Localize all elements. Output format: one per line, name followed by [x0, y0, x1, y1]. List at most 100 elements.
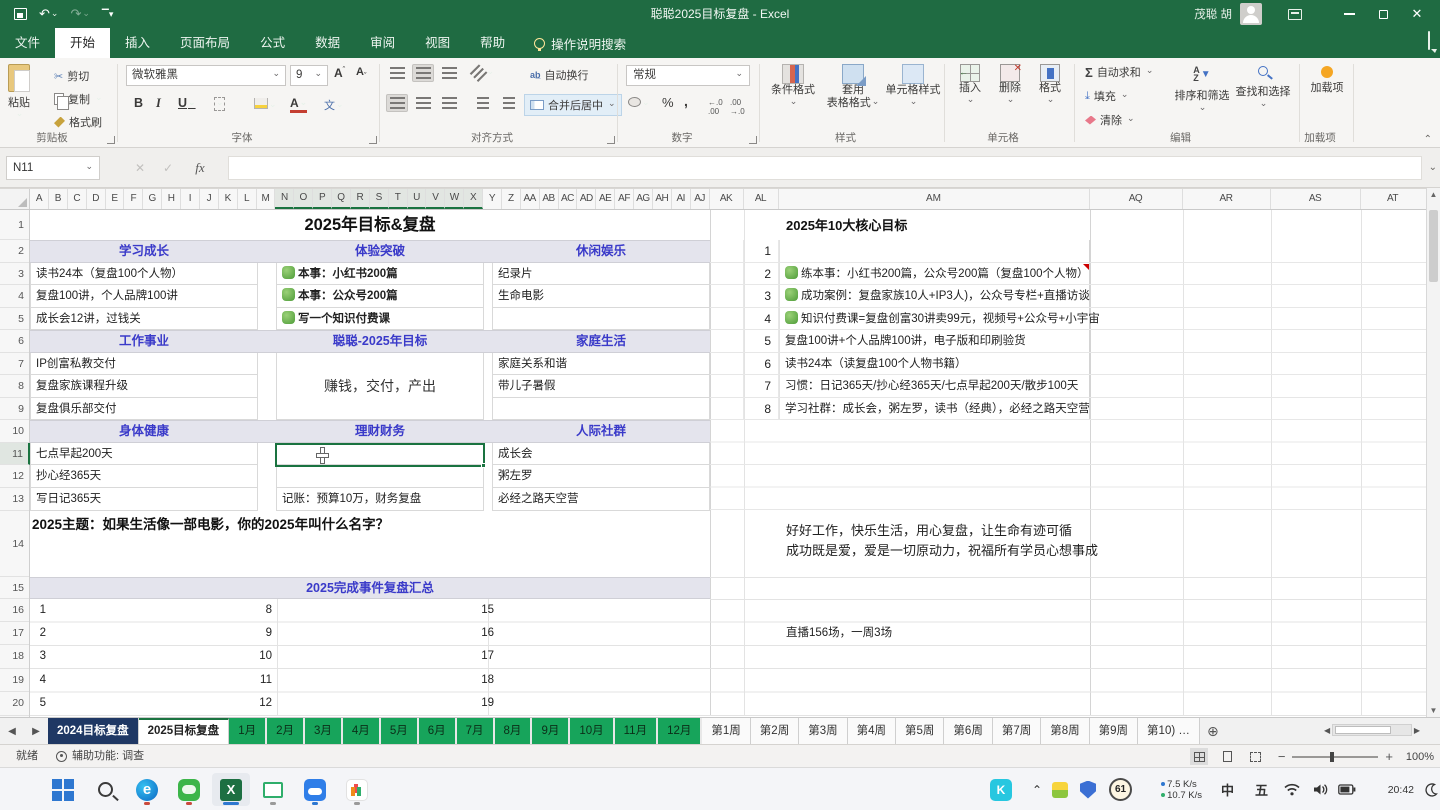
- column-header[interactable]: B: [49, 189, 68, 209]
- taskbar-stats-app-button[interactable]: [338, 773, 376, 806]
- column-header[interactable]: AS: [1271, 189, 1361, 209]
- delete-cells-button[interactable]: 删除: [993, 64, 1027, 108]
- goal-text[interactable]: 复盘100讲+个人品牌100讲，电子版和印刷验货: [779, 330, 1090, 352]
- sheet-tab[interactable]: 第6周: [944, 718, 992, 744]
- underline-button[interactable]: U: [174, 96, 200, 110]
- percent-style-button[interactable]: %: [662, 95, 674, 110]
- row-header[interactable]: 14: [0, 511, 29, 577]
- cell-y7[interactable]: 家庭关系和谐: [492, 353, 710, 376]
- formula-input[interactable]: [228, 156, 1422, 180]
- column-header[interactable]: AE: [596, 189, 615, 209]
- start-button[interactable]: [44, 773, 82, 806]
- taskbar-search-button[interactable]: [86, 773, 124, 806]
- list-number-cell[interactable]: 2: [30, 622, 46, 645]
- sheet-tab[interactable]: 2025目标复盘: [139, 718, 230, 744]
- autosum-button[interactable]: Σ自动求和: [1085, 64, 1153, 80]
- hidden-icons-chevron[interactable]: ⌃: [1032, 773, 1042, 806]
- italic-button[interactable]: I: [152, 96, 165, 111]
- grow-font-button[interactable]: Aˆ: [334, 66, 345, 80]
- scroll-down-icon[interactable]: ▼: [1427, 706, 1440, 715]
- column-header[interactable]: AR: [1183, 189, 1271, 209]
- cell-y11[interactable]: 成长会: [492, 443, 710, 466]
- bold-button[interactable]: B: [130, 96, 147, 110]
- fill-color-button[interactable]: [254, 98, 277, 112]
- taskbar-cloud-app-button[interactable]: [296, 773, 334, 806]
- row-header[interactable]: 4: [0, 285, 29, 308]
- taskbar-edge-button[interactable]: e: [128, 773, 166, 806]
- shrink-font-button[interactable]: Aˇ: [356, 66, 366, 80]
- tell-me-search[interactable]: 操作说明搜索: [534, 28, 626, 58]
- ribbon-tab[interactable]: 公式: [245, 28, 300, 58]
- list-number-cell[interactable]: 16: [404, 622, 494, 645]
- ribbon-tab[interactable]: 帮助: [465, 28, 520, 58]
- row-header[interactable]: 15: [0, 577, 29, 599]
- column-header[interactable]: AJ: [691, 189, 710, 209]
- sheet-tab[interactable]: 4月: [343, 718, 381, 744]
- row-header[interactable]: 19: [0, 669, 29, 692]
- sort-filter-button[interactable]: AZ▼排序和筛选: [1173, 66, 1231, 116]
- sheet-tab[interactable]: 2024目标复盘: [48, 718, 139, 744]
- column-header[interactable]: N: [275, 189, 294, 209]
- sheet-tab[interactable]: 第4周: [848, 718, 896, 744]
- sheet-tab[interactable]: 第1周: [702, 718, 750, 744]
- number-dialog-launcher[interactable]: [749, 136, 757, 144]
- column-header[interactable]: AT: [1361, 189, 1425, 209]
- comments-icon[interactable]: [1428, 31, 1430, 50]
- zoom-out-button[interactable]: −: [1278, 749, 1286, 764]
- column-header[interactable]: H: [162, 189, 181, 209]
- sheet-tab[interactable]: 7月: [457, 718, 495, 744]
- column-header[interactable]: AB: [540, 189, 559, 209]
- orientation-button[interactable]: [472, 64, 494, 82]
- column-header[interactable]: C: [68, 189, 87, 209]
- goal-row[interactable]: 5 复盘100讲+个人品牌100讲，电子版和印刷验货: [710, 330, 1426, 353]
- align-bottom-button[interactable]: [438, 64, 460, 82]
- cell-y8[interactable]: 带儿子暑假: [492, 375, 710, 398]
- column-header[interactable]: V: [426, 189, 445, 209]
- minimize-button[interactable]: [1332, 0, 1366, 28]
- expand-formula-bar-icon[interactable]: ⌄: [1429, 162, 1437, 173]
- column-header[interactable]: AG: [634, 189, 653, 209]
- goal-row[interactable]: 6 读书24本（读复盘100个人物书籍）: [710, 353, 1426, 376]
- paste-button[interactable]: 粘贴: [8, 64, 30, 121]
- scroll-up-icon[interactable]: ▲: [1427, 190, 1440, 199]
- sheet-tab[interactable]: 9月: [532, 718, 570, 744]
- goal-row[interactable]: 3 成功案例：复盘家族10人+IP3人)，公众号专栏+直播访谈: [710, 285, 1426, 308]
- cell-n4[interactable]: 本事：公众号200篇: [276, 285, 484, 308]
- cell-a4[interactable]: 复盘100讲，个人品牌100讲: [30, 285, 258, 308]
- cell-a9[interactable]: 复盘俱乐部交付: [30, 398, 258, 421]
- vertical-scrollbar[interactable]: ▲ ▼: [1426, 188, 1440, 717]
- list-number-cell[interactable]: 15: [404, 599, 494, 622]
- column-header[interactable]: I: [181, 189, 200, 209]
- column-header[interactable]: X: [464, 189, 483, 209]
- column-header[interactable]: AI: [672, 189, 691, 209]
- column-header[interactable]: L: [238, 189, 257, 209]
- column-header[interactable]: AM: [779, 189, 1090, 209]
- row-header[interactable]: 12: [0, 465, 29, 488]
- new-sheet-button[interactable]: ⊕: [1200, 718, 1226, 744]
- zoom-slider-thumb[interactable]: [1330, 752, 1334, 762]
- horizontal-scrollbar[interactable]: ◀ ▶: [1324, 722, 1420, 738]
- row-header[interactable]: 17: [0, 622, 29, 645]
- increase-decimal-button[interactable]: ←.0.00: [708, 98, 723, 116]
- merge-center-button[interactable]: 合并后居中: [524, 94, 622, 116]
- clear-button[interactable]: 清除: [1085, 112, 1135, 128]
- wubi-indicator[interactable]: 五: [1255, 773, 1268, 806]
- page-layout-view-button[interactable]: [1218, 748, 1236, 765]
- cell-y13[interactable]: 必经之路天空营: [492, 488, 710, 511]
- column-header[interactable]: P: [313, 189, 332, 209]
- zoom-in-button[interactable]: +: [1385, 749, 1393, 764]
- cell-a7[interactable]: IP创富私教交付: [30, 353, 258, 376]
- horizontal-scroll-thumb[interactable]: [1335, 726, 1391, 734]
- summary-band[interactable]: 2025完成事件复盘汇总: [30, 577, 710, 599]
- cell-y12[interactable]: 粥左罗: [492, 465, 710, 488]
- align-top-button[interactable]: [386, 64, 408, 82]
- goal-row[interactable]: 4 知识付费课=复盘创富30讲卖99元，视频号+公众号+小宇宙: [710, 308, 1426, 331]
- sheet-tab[interactable]: 11月: [615, 718, 658, 744]
- scroll-right-icon[interactable]: ▶: [1414, 726, 1420, 735]
- sheet-tab[interactable]: 10月: [570, 718, 614, 744]
- cell-y9[interactable]: [492, 398, 710, 421]
- number-format-select[interactable]: 常规: [626, 65, 750, 86]
- row-header[interactable]: 8: [0, 375, 29, 398]
- column-header[interactable]: W: [445, 189, 464, 209]
- sheet-tab[interactable]: 第10) …: [1138, 718, 1200, 744]
